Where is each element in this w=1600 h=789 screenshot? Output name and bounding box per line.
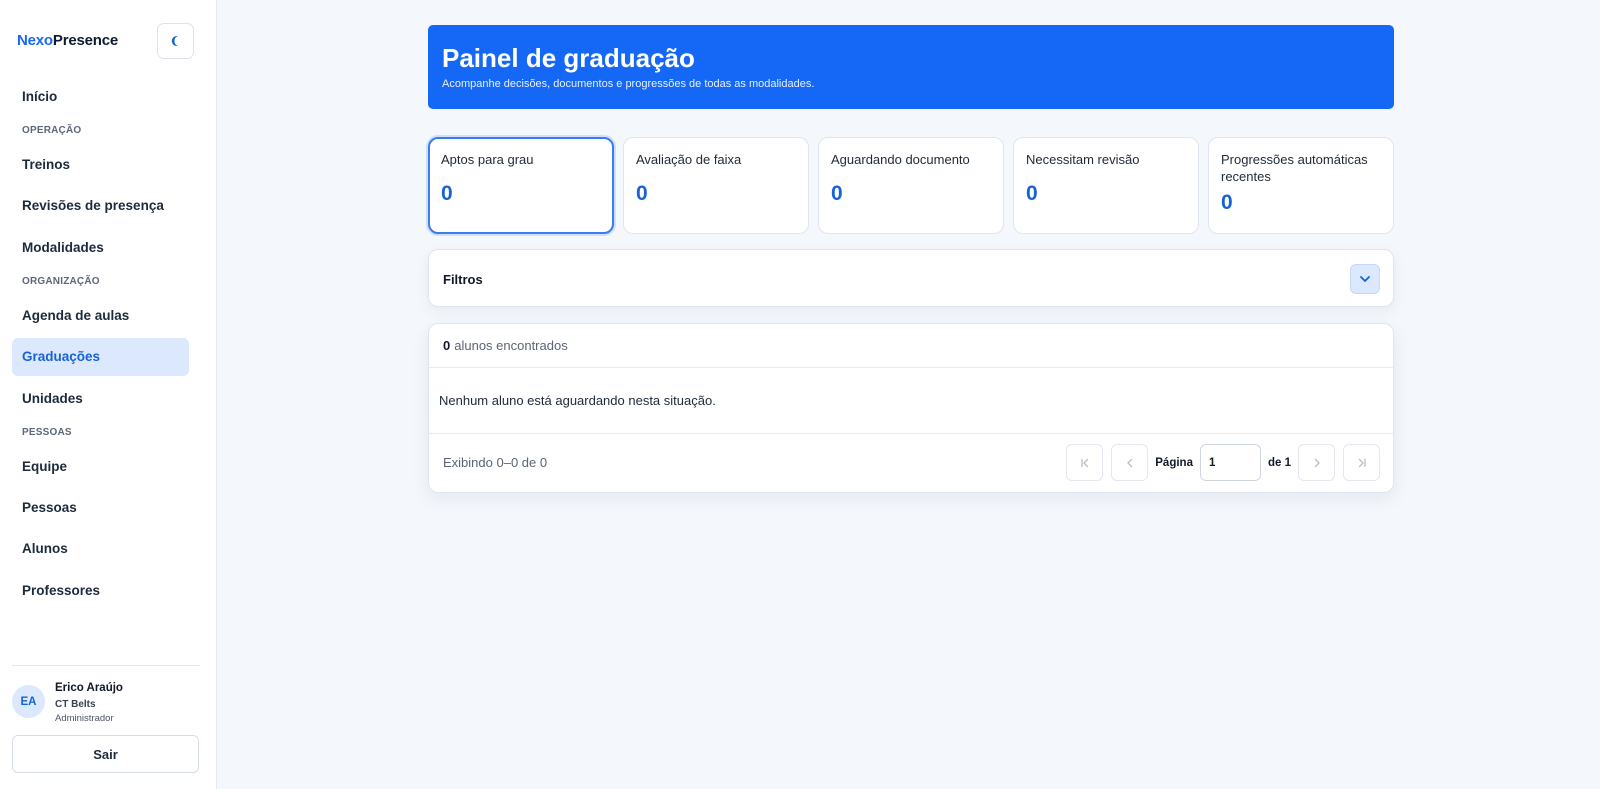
sidebar-item-inicio[interactable]: Início [12, 78, 189, 116]
sidebar-item-graduacoes[interactable]: Graduações [12, 338, 189, 377]
sidebar-divider [12, 665, 200, 666]
sidebar-item-revisoes-presenca[interactable]: Revisões de presença [12, 187, 189, 225]
last-page-button[interactable] [1343, 444, 1380, 481]
user-role: Administrador [55, 713, 114, 724]
sidebar-item-unidades[interactable]: Unidades [12, 380, 189, 418]
stat-value: 0 [831, 182, 843, 205]
stat-label: Aguardando documento [831, 152, 970, 167]
results-count-label: alunos encontrados [454, 338, 568, 353]
chevron-right-icon [1314, 458, 1320, 467]
page-subtitle: Acompanhe decisões, documentos e progres… [442, 78, 815, 90]
stat-card-necessitam-revisao[interactable]: Necessitam revisão 0 [1013, 137, 1199, 234]
sidebar-item-equipe[interactable]: Equipe [12, 448, 189, 486]
stat-card-aptos-grau[interactable]: Aptos para grau 0 [428, 137, 614, 234]
stat-value: 0 [636, 182, 648, 205]
stat-value: 0 [1026, 182, 1038, 205]
sidebar-section-operacao: OPERAÇÃO [22, 125, 82, 136]
stats-cards: Aptos para grau 0 Avaliação de faixa 0 A… [428, 137, 1394, 234]
page-header-banner: Painel de graduação Acompanhe decisões, … [428, 25, 1394, 109]
page-label: Página [1155, 456, 1193, 469]
filters-title: Filtros [443, 272, 483, 287]
sidebar-nav: Início OPERAÇÃO Treinos Revisões de pres… [12, 78, 189, 613]
stat-card-progressoes-automaticas[interactable]: Progressões automáticas recentes 0 [1208, 137, 1394, 234]
previous-page-button[interactable] [1111, 444, 1149, 481]
sidebar-item-alunos[interactable]: Alunos [12, 530, 189, 568]
user-organization: CT Belts [55, 699, 96, 710]
showing-range: Exibindo 0–0 de 0 [443, 455, 548, 470]
brand-logo[interactable]: NexoPresence [17, 32, 118, 49]
avatar: EA [12, 685, 45, 718]
stat-label: Progressões automáticas recentes [1221, 152, 1368, 184]
main-content: Painel de graduação Acompanhe decisões, … [428, 25, 1394, 493]
filters-expand-button[interactable] [1350, 264, 1380, 294]
brand-part-presence: Presence [52, 32, 119, 49]
sidebar-item-treinos[interactable]: Treinos [12, 146, 189, 184]
chevron-down-icon [1360, 276, 1370, 282]
sidebar: NexoPresence Início OPERAÇÃO Treinos Rev… [0, 0, 217, 789]
sidebar-item-modalidades[interactable]: Modalidades [12, 229, 189, 267]
stat-label: Avaliação de faixa [636, 152, 742, 167]
next-page-button[interactable] [1298, 444, 1335, 481]
last-page-icon [1358, 458, 1366, 467]
user-name: Erico Araújo [55, 682, 123, 694]
empty-state-message: Nenhum aluno está aguardando nesta situa… [429, 368, 1393, 434]
stat-label: Necessitam revisão [1026, 152, 1140, 167]
stat-card-avaliacao-faixa[interactable]: Avaliação de faixa 0 [623, 137, 809, 234]
sidebar-item-agenda-aulas[interactable]: Agenda de aulas [12, 297, 189, 335]
results-count-number: 0 [443, 338, 451, 353]
results-footer: Exibindo 0–0 de 0 Página de 1 [429, 433, 1393, 492]
sidebar-item-professores[interactable]: Professores [12, 572, 189, 610]
theme-toggle-button[interactable] [157, 23, 194, 59]
pagination: Página de 1 [1066, 444, 1380, 481]
results-count: 0 alunos encontrados [429, 324, 1393, 368]
stat-value: 0 [1221, 191, 1233, 214]
moon-icon [171, 36, 178, 46]
logout-button[interactable]: Sair [12, 735, 199, 773]
sidebar-item-pessoas[interactable]: Pessoas [12, 489, 189, 527]
stat-card-aguardando-documento[interactable]: Aguardando documento 0 [818, 137, 1004, 234]
results-panel: 0 alunos encontrados Nenhum aluno está a… [428, 323, 1394, 493]
first-page-button[interactable] [1066, 444, 1104, 481]
chevron-left-icon [1127, 458, 1132, 467]
page-title: Painel de graduação [442, 43, 695, 73]
sidebar-section-organizacao: ORGANIZAÇÃO [22, 275, 100, 287]
stat-label: Aptos para grau [441, 152, 534, 167]
sidebar-section-pessoas: PESSOAS [22, 426, 72, 438]
total-pages-label: de 1 [1267, 456, 1291, 469]
filters-panel[interactable]: Filtros [428, 249, 1394, 307]
first-page-icon [1081, 458, 1088, 467]
page-number-input[interactable] [1199, 444, 1261, 481]
brand-part-nexo: Nexo [17, 32, 53, 49]
stat-value: 0 [441, 182, 453, 205]
